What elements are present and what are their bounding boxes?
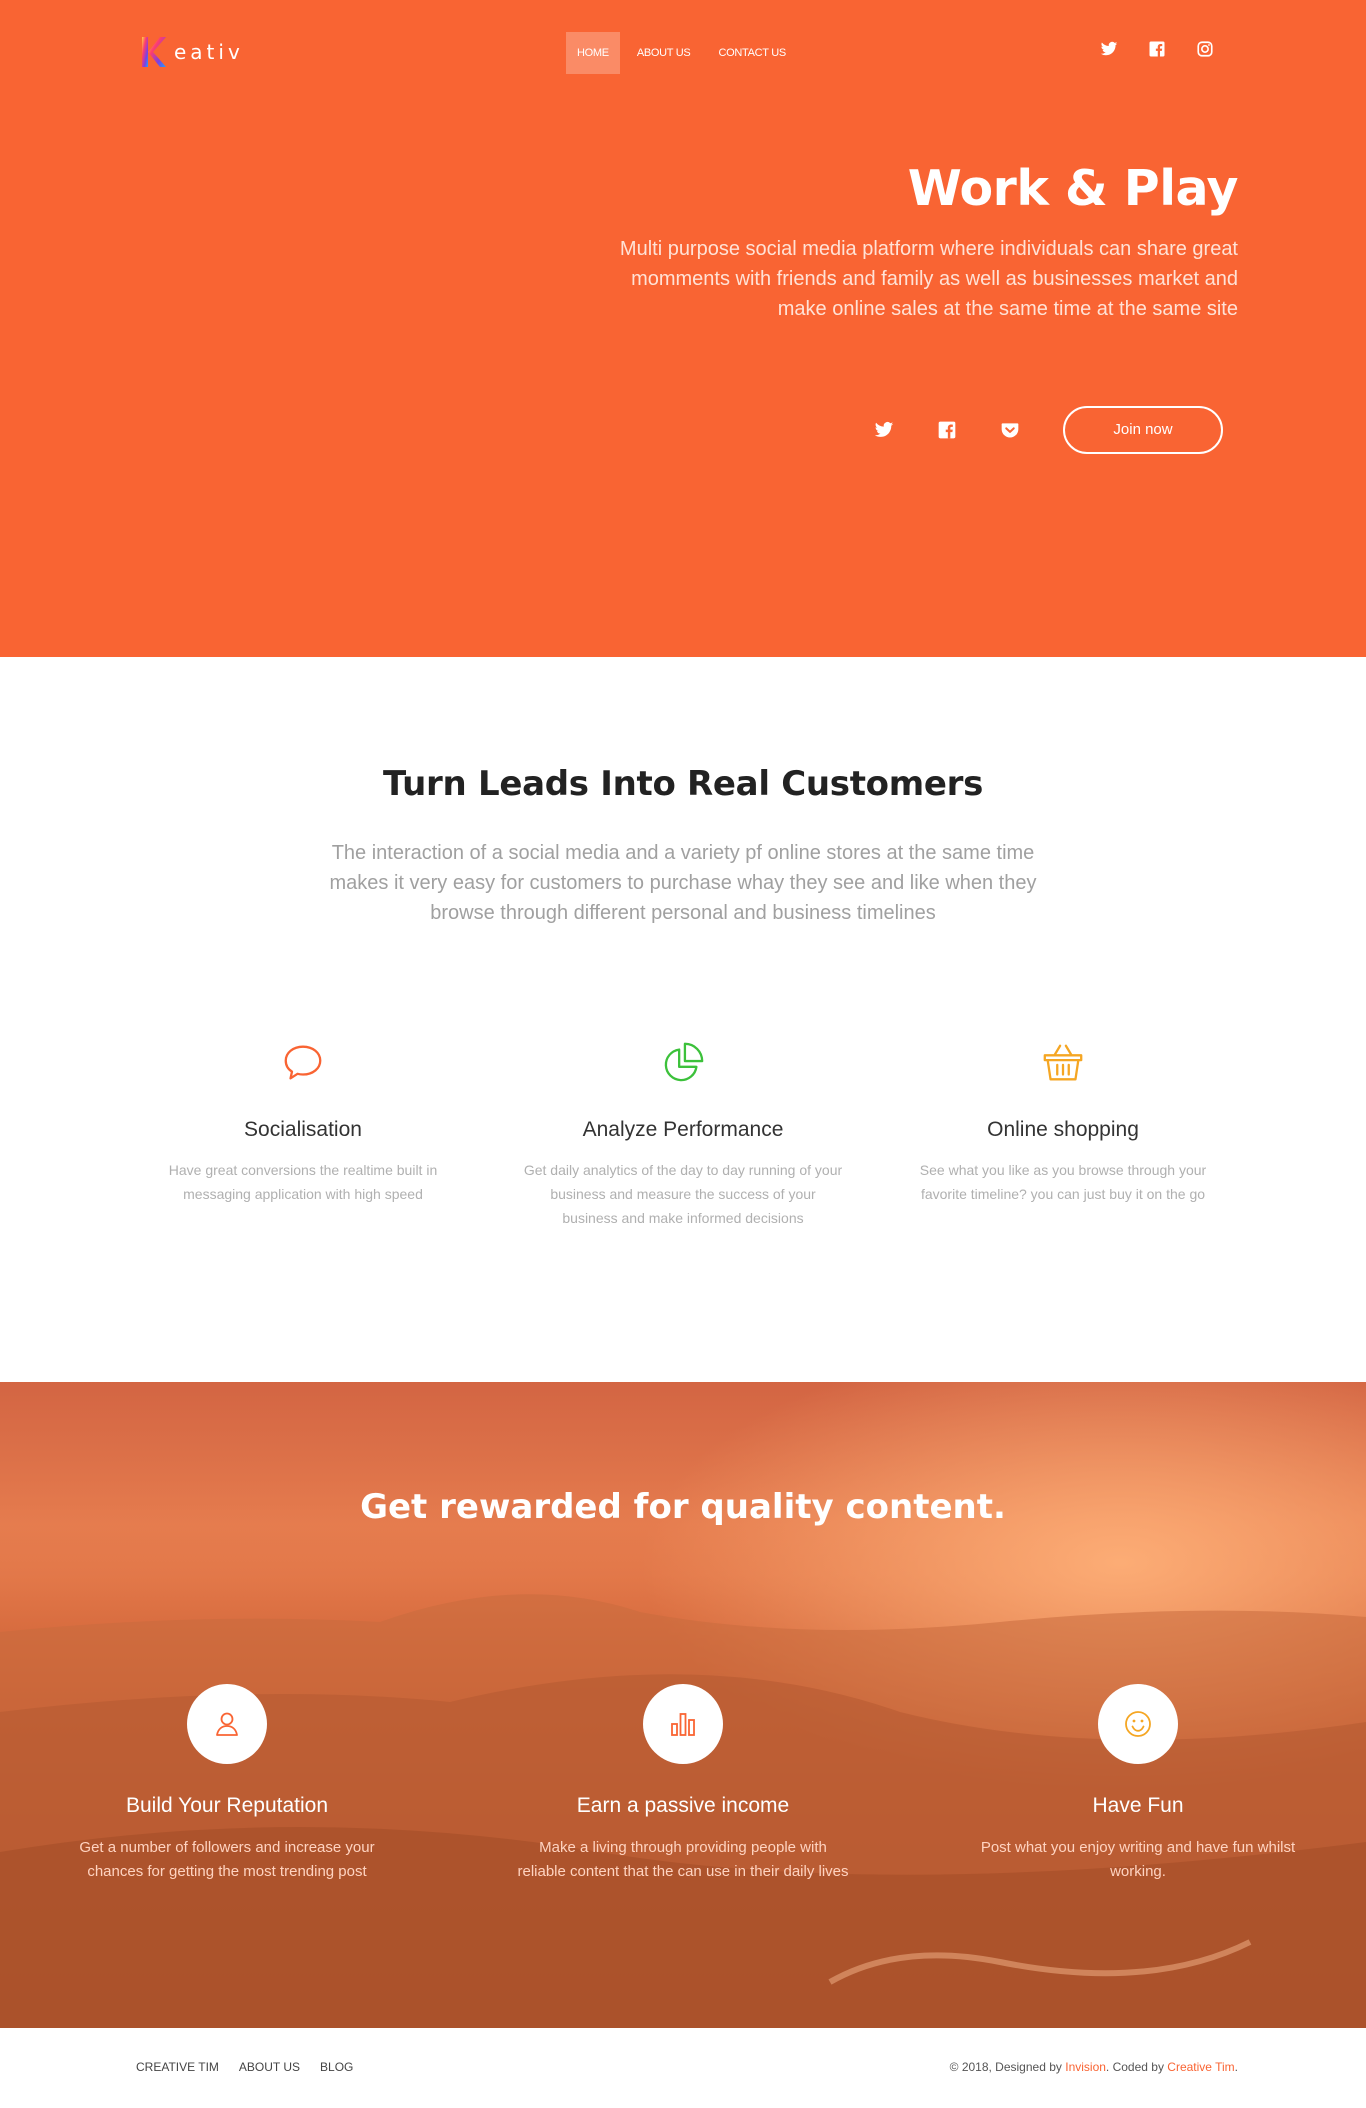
feature-text: Have great conversions the realtime buil… <box>168 1162 438 1202</box>
feature-title: Socialisation <box>244 1118 362 1141</box>
coder-link[interactable]: Creative Tim <box>1167 2060 1234 2074</box>
reward-icon-circle <box>1098 1684 1178 1764</box>
feature-online-shopping: Online shopping See what you like as you… <box>893 1040 1233 1206</box>
chat-bubble-icon <box>284 1045 322 1080</box>
feature-title: Analyze Performance <box>582 1118 784 1141</box>
pie-chart-icon <box>664 1042 704 1082</box>
user-icon <box>216 1712 238 1736</box>
hero-title: Work & Play <box>907 160 1239 217</box>
reward-text: Get a number of followers and increase y… <box>79 1839 375 1880</box>
footer-links: CREATIVE TIM ABOUT US BLOG <box>136 2060 353 2074</box>
nav-about-us[interactable]: ABOUT US <box>626 32 702 74</box>
rewards-section: Get rewarded for quality content. Build … <box>0 1382 1366 2028</box>
copyright-suffix: . <box>1234 2060 1238 2074</box>
nav-contact-us[interactable]: CONTACT US <box>707 32 797 74</box>
reward-text: Post what you enjoy writing and have fun… <box>980 1839 1296 1880</box>
reward-icon-circle <box>643 1684 723 1764</box>
copyright-mid: . Coded by <box>1105 2060 1168 2074</box>
reward-text: Make a living through providing people w… <box>517 1839 849 1880</box>
hero-actions: Join now <box>874 406 1223 454</box>
join-now-button[interactable]: Join now <box>1063 406 1223 454</box>
instagram-icon[interactable] <box>1196 40 1214 58</box>
feature-socialisation: Socialisation Have great conversions the… <box>133 1040 473 1206</box>
bar-chart-icon <box>671 1713 695 1736</box>
footer: CREATIVE TIM ABOUT US BLOG © 2018, Desig… <box>0 2028 1366 2108</box>
basket-icon <box>1043 1044 1083 1081</box>
facebook-icon[interactable] <box>1148 40 1166 58</box>
rewards-title: Get rewarded for quality content. <box>360 1487 1006 1527</box>
reward-title: Have Fun <box>1092 1794 1184 1817</box>
main-nav: HOME ABOUT US CONTACT US <box>566 32 797 74</box>
logo[interactable]: eativ <box>140 34 244 70</box>
footer-link-creative-tim[interactable]: CREATIVE TIM <box>136 2060 219 2074</box>
twitter-icon[interactable] <box>874 420 894 440</box>
leads-description: The interaction of a social media and a … <box>329 842 1037 924</box>
feature-text: See what you like as you browse through … <box>919 1162 1207 1202</box>
copyright: © 2018, Designed by Invision. Coded by C… <box>950 2060 1238 2074</box>
nav-home[interactable]: HOME <box>566 32 620 74</box>
reward-icon-circle <box>187 1684 267 1764</box>
feature-analyze-performance: Analyze Performance Get daily analytics … <box>513 1040 853 1230</box>
top-social-links <box>1100 40 1214 58</box>
leads-title: Turn Leads Into Real Customers <box>382 764 984 804</box>
twitter-icon[interactable] <box>1100 40 1118 58</box>
footer-link-blog[interactable]: BLOG <box>320 2060 353 2074</box>
reward-title: Earn a passive income <box>576 1794 790 1817</box>
smiley-icon <box>1125 1711 1151 1737</box>
footer-link-about-us[interactable]: ABOUT US <box>239 2060 300 2074</box>
logo-text: eativ <box>174 40 244 64</box>
feature-title: Online shopping <box>987 1118 1139 1141</box>
designer-link[interactable]: Invision <box>1065 2060 1106 2074</box>
facebook-icon[interactable] <box>937 420 957 440</box>
reward-title: Build Your Reputation <box>126 1794 328 1817</box>
hero-description: Multi purpose social media platform wher… <box>619 238 1238 320</box>
reward-have-fun: Have Fun Post what you enjoy writing and… <box>968 1684 1308 1884</box>
reward-build-reputation: Build Your Reputation Get a number of fo… <box>57 1684 397 1884</box>
copyright-prefix: © 2018, Designed by <box>949 2060 1066 2074</box>
logo-k-icon <box>142 37 166 67</box>
reward-passive-income: Earn a passive income Make a living thro… <box>513 1684 853 1884</box>
hero-section: eativ HOME ABOUT US CONTACT US Work & Pl… <box>0 0 1366 657</box>
pocket-icon[interactable] <box>1000 420 1020 440</box>
feature-text: Get daily analytics of the day to day ru… <box>523 1162 843 1226</box>
